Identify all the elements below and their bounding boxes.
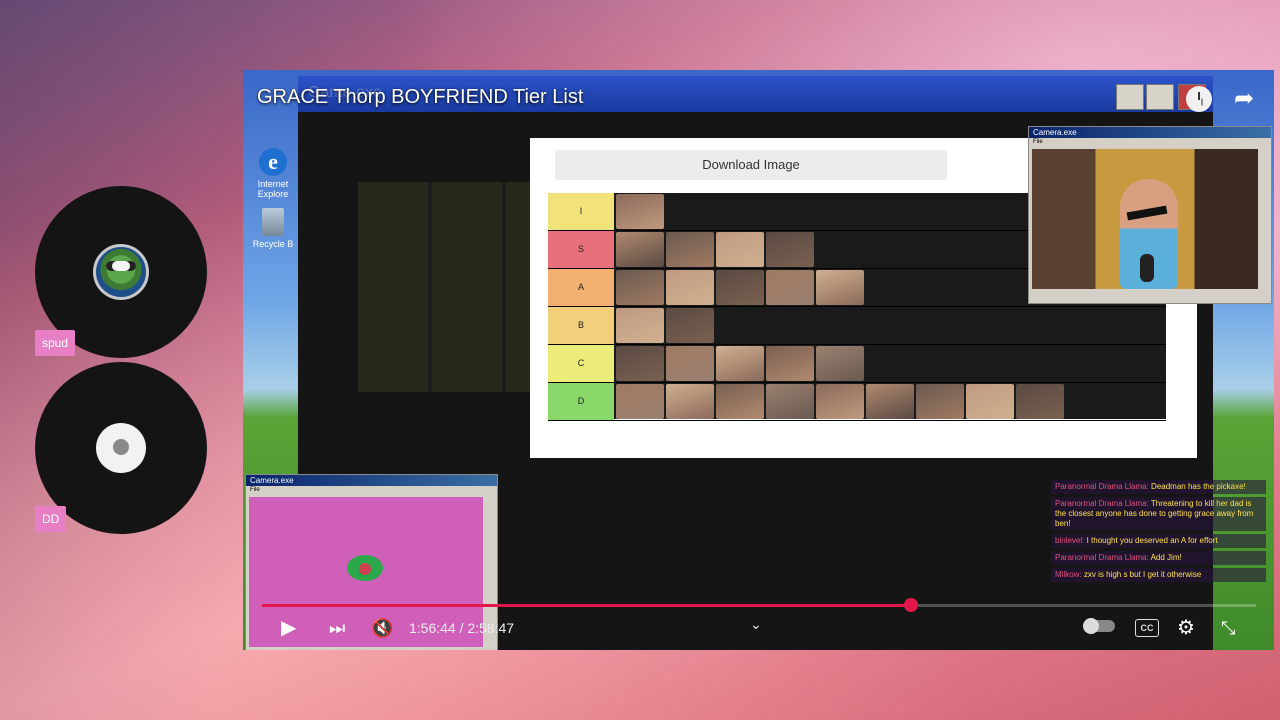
tier-label: C	[548, 345, 614, 382]
desktop-icon-recycle: Recycle B	[251, 208, 295, 249]
video-title[interactable]: GRACE Thorp BOYFRIEND Tier List	[257, 86, 583, 109]
video-player[interactable]: Game.exe e Internet Explore Recycle B Do…	[243, 70, 1274, 650]
tier-item-thumbnail	[666, 232, 714, 267]
chevron-down-icon[interactable]: ⌄	[750, 616, 762, 633]
chat-message: Milkow: zxv is high s but I get it other…	[1051, 568, 1266, 582]
default-user-icon	[96, 423, 146, 473]
fish-mascot-icon	[347, 555, 383, 581]
tier-label: D	[548, 383, 614, 420]
tier-item-thumbnail	[616, 346, 664, 381]
participant-name-tag: spud	[35, 330, 76, 356]
chat-text: I thought you deserved an A for effort	[1086, 536, 1218, 545]
camera-window-menu: File	[250, 487, 260, 493]
tier-item-thumbnail	[666, 346, 714, 381]
recycle-bin-icon	[262, 208, 284, 236]
play-icon[interactable]: ▶	[281, 615, 296, 641]
tier-item-thumbnail	[716, 270, 764, 305]
tier-item-thumbnail	[616, 384, 664, 419]
tier-label: I	[548, 193, 614, 230]
participant-name-tag: DD	[35, 506, 67, 532]
exit-fullscreen-icon[interactable]: ⤡	[1221, 615, 1235, 641]
chat-username: Paranormal Drama Llama:	[1055, 482, 1152, 491]
tier-item-thumbnail	[816, 346, 864, 381]
chat-message: Paranormal Drama Llama: Threatening to k…	[1051, 497, 1266, 531]
tier-item-thumbnail	[616, 232, 664, 267]
tier-item-thumbnail	[766, 232, 814, 267]
chat-username: Paranormal Drama Llama:	[1055, 499, 1151, 508]
chat-username: Paranormal Drama Llama:	[1055, 553, 1151, 562]
progress-scrubber[interactable]	[903, 598, 918, 612]
tier-item-thumbnail	[766, 384, 814, 419]
tier-row: C	[548, 345, 1166, 383]
autoplay-toggle[interactable]	[1083, 618, 1115, 634]
progress-bar[interactable]	[262, 598, 1256, 612]
tier-item-thumbnail	[616, 270, 664, 305]
camera-window-title: Camera.exe	[1029, 127, 1271, 138]
tier-row: D	[548, 383, 1166, 421]
gear-icon[interactable]: ⚙	[1177, 615, 1195, 641]
tier-item-thumbnail	[716, 232, 764, 267]
next-icon[interactable]: ⏭	[329, 615, 345, 641]
tier-item-thumbnail	[916, 384, 964, 419]
tier-item-thumbnail	[616, 308, 664, 343]
tier-row: B	[548, 307, 1166, 345]
tier-item-thumbnail	[616, 194, 664, 229]
tier-item-thumbnail	[666, 308, 714, 343]
desktop-icon-label: Internet Explore	[257, 179, 289, 199]
tier-item-thumbnail	[866, 384, 914, 419]
chat-message: Paranormal Drama Llama: Add Jim!	[1051, 551, 1266, 565]
tier-label: S	[548, 231, 614, 268]
mute-icon[interactable]: 🔇	[371, 615, 393, 641]
time-display: 1:56:44 / 2:58:47	[409, 620, 515, 636]
tier-item-thumbnail	[666, 384, 714, 419]
captions-icon[interactable]: CC	[1135, 619, 1159, 637]
share-icon[interactable]: ➦	[1231, 86, 1257, 112]
streamer-webcam-view	[1032, 149, 1258, 289]
chat-username: binlevel:	[1055, 536, 1087, 545]
camera-window-title: Camera.exe	[246, 475, 497, 486]
desktop-icon-ie: e Internet Explore	[251, 148, 295, 199]
camera-window-menu: File	[1033, 139, 1043, 145]
chat-text: Add Jim!	[1150, 553, 1182, 562]
maximize-icon	[1146, 84, 1174, 110]
progress-played	[262, 604, 911, 607]
microphone-icon	[1140, 254, 1154, 282]
xp-desktop-scene: Game.exe e Internet Explore Recycle B Do…	[243, 70, 1274, 650]
tier-item-thumbnail	[716, 384, 764, 419]
desktop-icon-label: Recycle B	[252, 239, 294, 249]
internet-explorer-icon: e	[259, 148, 287, 176]
tier-item-thumbnail	[966, 384, 1014, 419]
pepe-avatar-icon	[93, 244, 149, 300]
tier-item-thumbnail	[766, 270, 814, 305]
chat-text: zxv is high s but I get it otherwise	[1083, 570, 1202, 579]
camera-window-streamer: Camera.exe File	[1028, 126, 1272, 304]
tier-item-thumbnail	[666, 270, 714, 305]
tier-item-thumbnail	[816, 384, 864, 419]
tier-item-thumbnail	[1016, 384, 1064, 419]
tier-item-thumbnail	[766, 346, 814, 381]
tier-item-thumbnail	[716, 346, 764, 381]
chat-message: Paranormal Drama Llama: Deadman has the …	[1051, 480, 1266, 494]
chat-message: binlevel: I thought you deserved an A fo…	[1051, 534, 1266, 548]
minimize-icon	[1116, 84, 1144, 110]
chat-text: Deadman has the pickaxe!	[1151, 482, 1246, 491]
download-image-button: Download Image	[555, 150, 947, 180]
watch-later-icon[interactable]	[1186, 86, 1212, 112]
chat-overlay: Paranormal Drama Llama: Deadman has the …	[1051, 480, 1266, 600]
tier-label: B	[548, 307, 614, 344]
tier-label: A	[548, 269, 614, 306]
tier-item-thumbnail	[816, 270, 864, 305]
chat-username: Milkow:	[1055, 570, 1084, 579]
